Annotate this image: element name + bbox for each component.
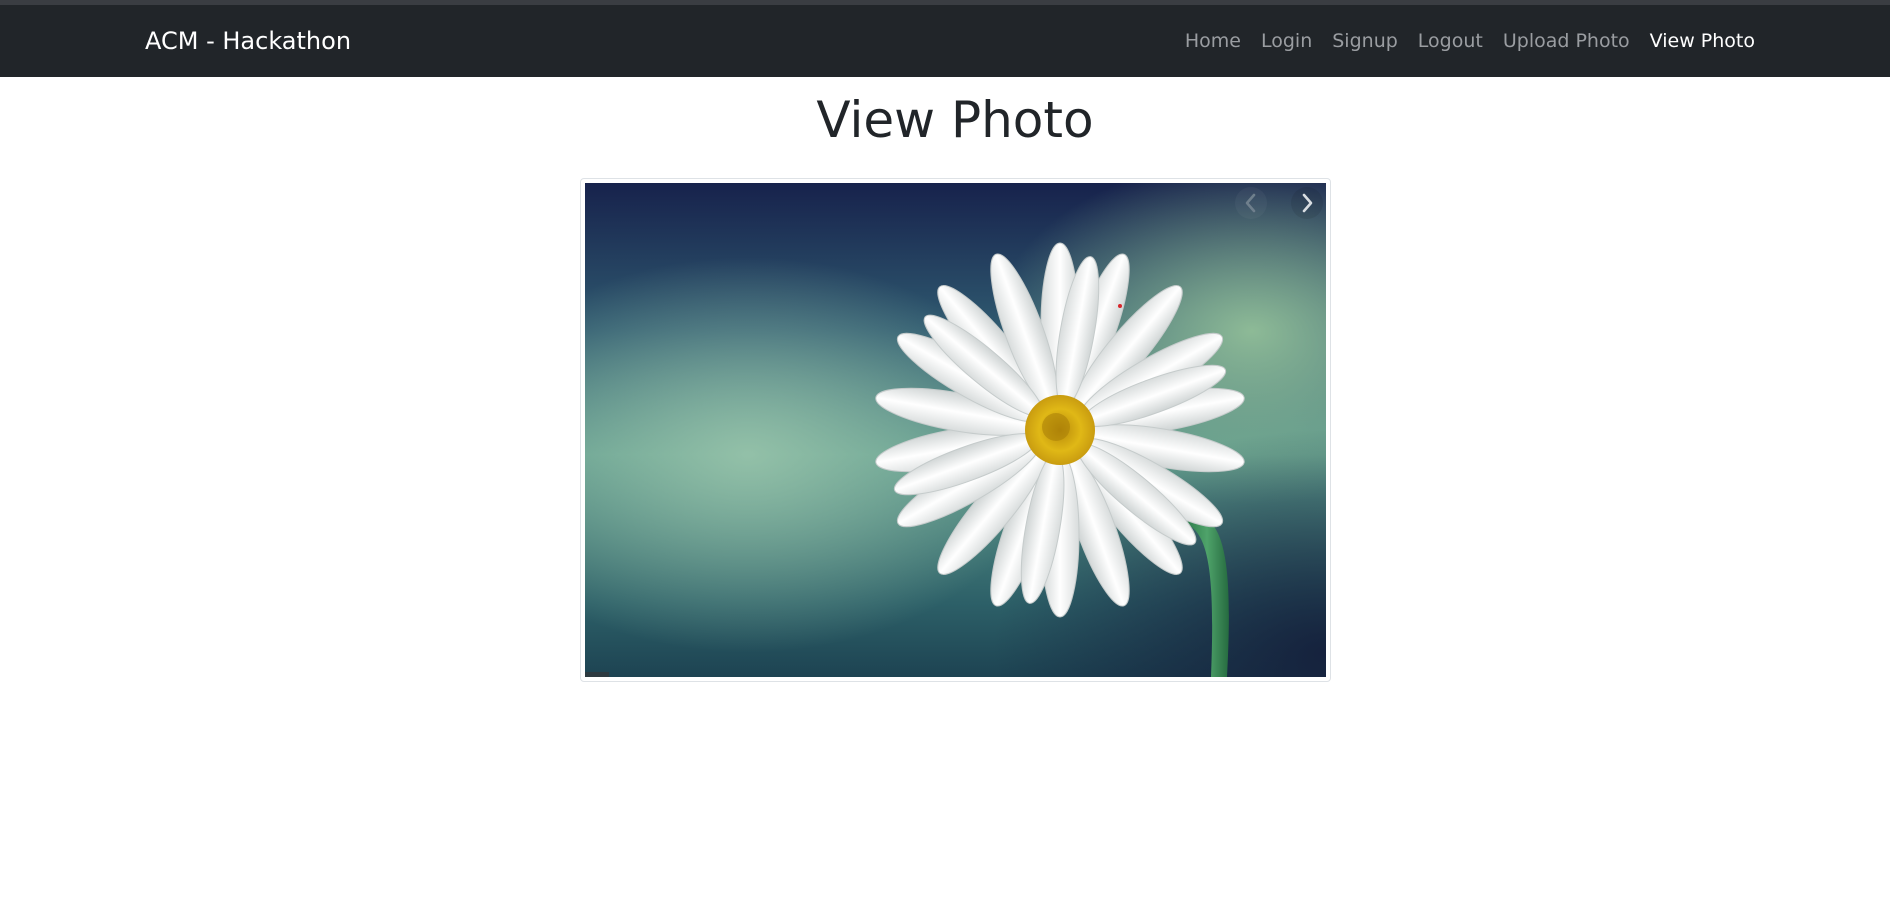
photo-carousel bbox=[585, 183, 1326, 677]
carousel-next-button[interactable] bbox=[1291, 187, 1323, 219]
chevron-right-icon bbox=[1302, 193, 1313, 213]
carousel-prev-button[interactable] bbox=[1235, 187, 1267, 219]
nav-links: Home Login Signup Logout Upload Photo Vi… bbox=[1165, 5, 1755, 77]
page-title: View Photo bbox=[816, 91, 1094, 149]
nav-link-signup[interactable]: Signup bbox=[1332, 30, 1398, 52]
navbar-brand[interactable]: ACM - Hackathon bbox=[145, 5, 351, 77]
navbar: ACM - Hackathon Home Login Signup Logout… bbox=[0, 5, 1890, 77]
nav-link-upload-photo[interactable]: Upload Photo bbox=[1503, 30, 1630, 52]
photo-card bbox=[580, 178, 1331, 682]
nav-link-logout[interactable]: Logout bbox=[1418, 30, 1483, 52]
carousel-indicator[interactable] bbox=[585, 672, 609, 677]
nav-link-login[interactable]: Login bbox=[1261, 30, 1312, 52]
nav-link-home[interactable]: Home bbox=[1185, 30, 1241, 52]
nav-link-view-photo[interactable]: View Photo bbox=[1650, 30, 1755, 52]
chevron-left-icon bbox=[1245, 193, 1256, 213]
daisy-photo bbox=[585, 183, 1326, 677]
